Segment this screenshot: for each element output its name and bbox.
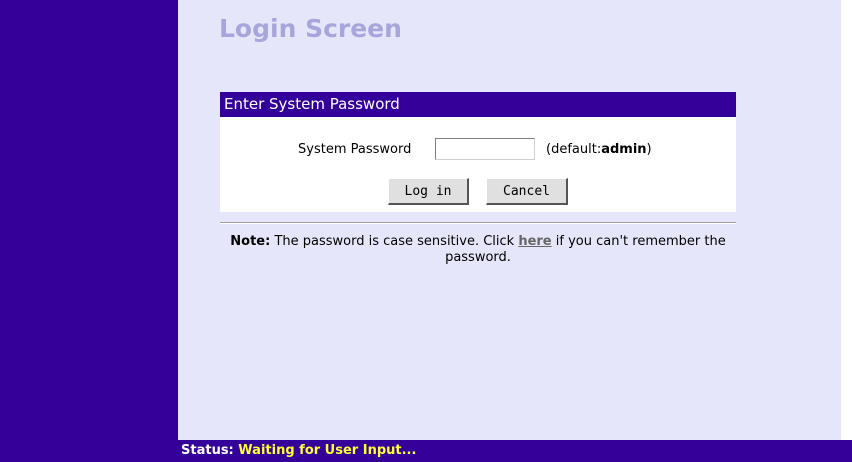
here-link[interactable]: here — [518, 234, 551, 249]
page-title: Login Screen — [219, 14, 402, 43]
login-button[interactable]: Log in — [388, 178, 469, 205]
right-margin — [841, 0, 852, 440]
divider — [220, 222, 736, 224]
password-row: System Password (default:admin) — [220, 138, 736, 162]
password-input[interactable] — [435, 138, 535, 160]
panel-header: Enter System Password — [220, 92, 736, 117]
note-label: Note: — [230, 234, 271, 249]
default-hint-value: admin — [601, 142, 647, 157]
default-hint-prefix: (default: — [546, 142, 602, 157]
password-label: System Password — [298, 142, 412, 157]
status-value: Waiting for User Input... — [238, 443, 417, 458]
default-hint: (default:admin) — [546, 142, 652, 157]
password-panel: Enter System Password System Password (d… — [220, 92, 736, 212]
status-bar: Status: Waiting for User Input... — [178, 440, 852, 462]
note: Note: The password is case sensitive. Cl… — [220, 234, 736, 266]
note-text-before: The password is case sensitive. Click — [270, 234, 519, 249]
cancel-button[interactable]: Cancel — [486, 178, 568, 205]
default-hint-suffix: ) — [646, 142, 652, 157]
main-content: Login Screen Enter System Password Syste… — [178, 0, 841, 440]
left-sidebar — [0, 0, 178, 462]
status-label: Status: — [181, 443, 234, 458]
